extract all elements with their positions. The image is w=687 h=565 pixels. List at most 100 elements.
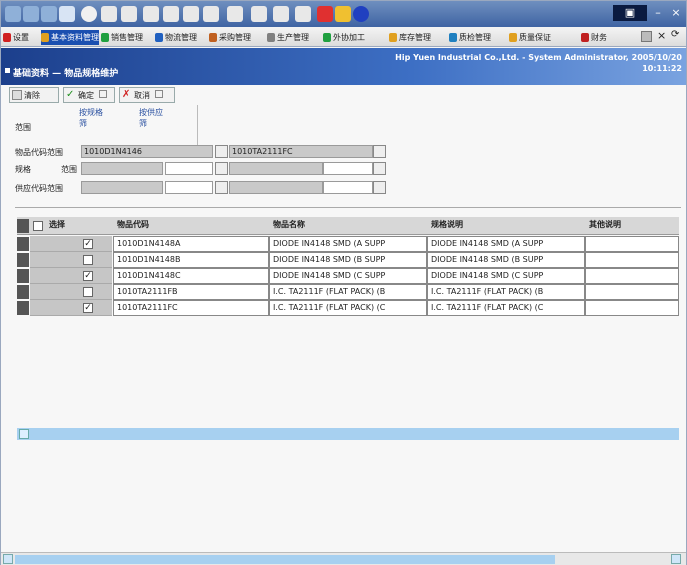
messenger-icon[interactable]	[251, 6, 267, 22]
spec-to-lookup[interactable]	[373, 162, 386, 175]
edit-icon[interactable]	[203, 6, 219, 22]
confirm-button[interactable]: ✓ 确定	[63, 87, 115, 103]
cell-name[interactable]: I.C. TA2111F (FLAT PACK) (C	[269, 300, 427, 316]
warning-icon[interactable]	[317, 6, 333, 22]
col-header-spec[interactable]: 规格说明	[431, 219, 463, 230]
table-row[interactable]: 1010D1N4148B DIODE IN4148 SMD (B SUPP DI…	[17, 252, 679, 268]
supplier-to-lookup[interactable]	[373, 181, 386, 194]
col-header-code[interactable]: 物品代码	[117, 219, 149, 230]
cell-code[interactable]: 1010D1N4148A	[113, 236, 269, 252]
tab-purchasing[interactable]: 采购管理	[209, 30, 265, 45]
table-row[interactable]: ✓ 1010D1N4148A DIODE IN4148 SMD (A SUPP …	[17, 236, 679, 252]
col-header-other[interactable]: 其他说明	[589, 219, 621, 230]
cell-other[interactable]	[585, 284, 679, 300]
spec-to-field[interactable]	[229, 162, 323, 175]
folder-icon[interactable]	[335, 6, 351, 22]
home-icon[interactable]	[81, 6, 97, 22]
cell-code[interactable]: 1010TA2111FC	[113, 300, 269, 316]
row-checkbox[interactable]: ✓	[83, 303, 93, 313]
cell-name[interactable]: I.C. TA2111F (FLAT PACK) (B	[269, 284, 427, 300]
table-row[interactable]: 1010TA2111FB I.C. TA2111F (FLAT PACK) (B…	[17, 284, 679, 300]
cancel-button[interactable]: ✗ 取消	[119, 87, 175, 103]
close-icon[interactable]: ×	[667, 5, 685, 21]
supplier-from-field[interactable]	[81, 181, 163, 194]
supplier-to-field[interactable]	[229, 181, 323, 194]
cell-other[interactable]	[585, 300, 679, 316]
row-checkbox[interactable]: ✓	[83, 271, 93, 281]
cell-code[interactable]: 1010D1N4148C	[113, 268, 269, 284]
window-icon[interactable]	[295, 6, 311, 22]
window-horizontal-scrollbar[interactable]	[1, 552, 686, 565]
search-icon[interactable]	[101, 6, 117, 22]
row-checkbox[interactable]	[83, 287, 93, 297]
cell-code[interactable]: 1010D1N4148B	[113, 252, 269, 268]
tab-logistics[interactable]: 物流管理	[155, 30, 207, 45]
select-cell	[30, 268, 112, 284]
clear-button[interactable]: 清除	[9, 87, 59, 103]
stop-icon[interactable]	[41, 6, 57, 22]
help-icon[interactable]	[353, 6, 369, 22]
tab-basic-data[interactable]: 基本资料管理	[41, 30, 99, 45]
cell-other[interactable]	[585, 268, 679, 284]
tab-qc[interactable]: 质检管理	[449, 30, 505, 45]
select-all-checkbox[interactable]	[33, 221, 43, 231]
tab-sales[interactable]: 销售管理	[101, 30, 153, 45]
item-code-from-lookup[interactable]	[215, 145, 228, 158]
media-icon[interactable]	[273, 6, 289, 22]
cell-name[interactable]: DIODE IN4148 SMD (C SUPP	[269, 268, 427, 284]
history-icon[interactable]	[143, 6, 159, 22]
cell-other[interactable]	[585, 252, 679, 268]
item-code-to-field[interactable]: 1010TA2111FC	[229, 145, 373, 158]
row-marker	[17, 285, 29, 299]
supplier-to-extra[interactable]	[323, 181, 373, 194]
favorites-icon[interactable]	[121, 6, 137, 22]
cell-spec[interactable]: DIODE IN4148 SMD (A SUPP	[427, 236, 585, 252]
cell-spec[interactable]: I.C. TA2111F (FLAT PACK) (C	[427, 300, 585, 316]
calendar-icon[interactable]	[641, 31, 652, 42]
row-checkbox[interactable]: ✓	[83, 239, 93, 249]
table-row[interactable]: ✓ 1010TA2111FC I.C. TA2111F (FLAT PACK) …	[17, 300, 679, 316]
spec-from-extra[interactable]	[165, 162, 213, 175]
tab-finance[interactable]: 财务	[581, 30, 627, 45]
spec-to-extra[interactable]	[323, 162, 373, 175]
forward-icon[interactable]	[23, 6, 39, 22]
scroll-right-arrow-icon[interactable]	[671, 554, 681, 564]
grid-horizontal-scrollbar[interactable]	[17, 428, 679, 440]
table-row[interactable]: ✓ 1010D1N4148C DIODE IN4148 SMD (C SUPP …	[17, 268, 679, 284]
scroll-left-arrow-icon[interactable]	[3, 554, 13, 564]
cell-code[interactable]: 1010TA2111FB	[113, 284, 269, 300]
cell-spec[interactable]: DIODE IN4148 SMD (B SUPP	[427, 252, 585, 268]
supplier-from-lookup[interactable]	[215, 181, 228, 194]
minimize-icon[interactable]: –	[649, 5, 667, 21]
row-checkbox[interactable]	[83, 255, 93, 265]
col-header-name[interactable]: 物品名称	[273, 219, 305, 230]
scroll-left-arrow-icon[interactable]	[19, 429, 29, 439]
print-icon[interactable]	[183, 6, 199, 22]
back-icon[interactable]	[5, 6, 21, 22]
tab-close-icon[interactable]: ×	[657, 29, 666, 42]
tab-production[interactable]: 生产管理	[267, 30, 319, 45]
mail-icon[interactable]	[163, 6, 179, 22]
tab-settings[interactable]: 设置	[3, 30, 39, 45]
col-header-select[interactable]: 选择	[49, 219, 65, 230]
item-code-from-field[interactable]: 1010D1N4146	[81, 145, 213, 158]
cell-other[interactable]	[585, 236, 679, 252]
item-code-to-lookup[interactable]	[373, 145, 386, 158]
cell-name[interactable]: DIODE IN4148 SMD (B SUPP	[269, 252, 427, 268]
spec-from-lookup[interactable]	[215, 162, 228, 175]
filter-tab-spec[interactable]: 按规格 筛	[79, 107, 103, 129]
spec-from-field[interactable]	[81, 162, 163, 175]
select-cell	[30, 300, 112, 316]
supplier-from-extra[interactable]	[165, 181, 213, 194]
scroll-thumb[interactable]	[15, 555, 555, 564]
tab-qa[interactable]: 质量保证	[509, 30, 563, 45]
filter-tab-supplier[interactable]: 按供应 筛	[139, 107, 163, 129]
tab-inventory[interactable]: 库存管理	[389, 30, 445, 45]
cell-name[interactable]: DIODE IN4148 SMD (A SUPP	[269, 236, 427, 252]
refresh-icon[interactable]	[59, 6, 75, 22]
discuss-icon[interactable]	[227, 6, 243, 22]
tab-outsourcing[interactable]: 外协加工	[323, 30, 377, 45]
tab-help-icon[interactable]: ⟳	[671, 29, 679, 40]
cell-spec[interactable]: DIODE IN4148 SMD (C SUPP	[427, 268, 585, 284]
cell-spec[interactable]: I.C. TA2111F (FLAT PACK) (B	[427, 284, 585, 300]
